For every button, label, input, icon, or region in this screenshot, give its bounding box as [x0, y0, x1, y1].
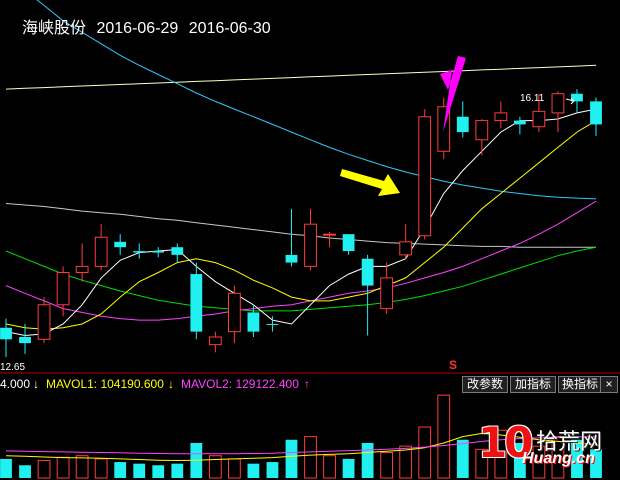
volume-indicator-bar: 4.000 ↓ MAVOL1: 104190.600 ↓ MAVOL2: 129…	[0, 375, 620, 393]
watermark-logo: 10 拾荒网 Huang.cn	[478, 418, 618, 478]
candle-body	[75, 265, 89, 274]
candle-body	[266, 323, 279, 325]
candle-body	[513, 120, 526, 125]
volume-bar	[227, 458, 241, 479]
switch-indicator-button[interactable]: 换指标	[558, 376, 602, 393]
ma10-line	[5, 120, 597, 330]
candle-body	[361, 258, 374, 286]
candle-body	[208, 336, 222, 346]
volume-bar	[94, 458, 108, 479]
candle-body	[342, 234, 355, 252]
volume-bar	[342, 458, 355, 478]
candle-body	[152, 251, 165, 253]
volume-bar	[437, 394, 451, 479]
ma60-line	[5, 203, 596, 248]
volume-bar	[75, 455, 89, 479]
candle-body	[551, 93, 565, 114]
chart-title: 海峡股份 2016-06-29 2016-06-30	[22, 14, 277, 38]
volume-bar	[380, 452, 394, 479]
candle-body	[304, 223, 317, 267]
close-indicator-button[interactable]: ×	[600, 376, 618, 393]
volume-bar	[56, 456, 70, 479]
mavol1-label: MAVOL1: 104190.600	[46, 377, 164, 391]
candle-body	[133, 251, 146, 253]
mavol2-arrow-icon: ↑	[304, 377, 310, 391]
volume-bar	[418, 426, 432, 479]
volume-bar	[171, 463, 184, 478]
yellow-arrow-icon	[340, 169, 400, 196]
kline-chart	[0, 0, 620, 479]
candle-body	[227, 292, 241, 333]
volume-bar	[361, 442, 374, 478]
volume-bar	[285, 439, 298, 478]
candle-body	[285, 254, 298, 263]
candle-body	[456, 116, 469, 133]
volume-bar	[247, 463, 260, 478]
volume-bar	[266, 462, 279, 478]
volume-bar	[19, 465, 31, 478]
candle-body	[399, 241, 413, 256]
sell-signal-marker: S	[449, 358, 458, 372]
volume-bar	[152, 465, 165, 478]
candle-body	[94, 236, 108, 267]
volume-bar	[37, 459, 51, 479]
candle-body	[532, 110, 546, 128]
candle-body	[247, 312, 260, 332]
candle-body	[114, 241, 127, 248]
add-indicator-button[interactable]: 加指标	[510, 376, 556, 393]
date-start: 2016-06-29	[96, 20, 179, 37]
mavol2-label: MAVOL2: 129122.400	[181, 377, 299, 391]
candle-body	[19, 337, 31, 344]
date-end: 2016-06-30	[188, 20, 271, 37]
candle-body	[475, 120, 489, 141]
candle-body	[190, 274, 203, 332]
candle-body	[418, 116, 432, 237]
volume-bar	[133, 463, 146, 478]
volume-bar	[399, 445, 413, 479]
ma250-line	[5, 64, 597, 90]
candle-body	[494, 112, 508, 122]
volume-value: 4.000	[0, 377, 31, 391]
ma30-line	[5, 246, 597, 312]
volume-arrow-icon: ↓	[33, 377, 39, 391]
mavol1-arrow-icon: ↓	[168, 377, 174, 391]
ma5-line	[5, 108, 597, 337]
candle-body	[590, 101, 602, 125]
candle-body	[171, 247, 184, 255]
volume-bar	[456, 439, 469, 478]
candle-body	[323, 233, 336, 236]
candle-body	[0, 327, 12, 340]
volume-bar	[323, 455, 336, 479]
edit-params-button[interactable]: 改参数	[462, 376, 508, 393]
candle-body	[37, 304, 51, 340]
stock-name: 海峡股份	[22, 20, 87, 37]
volume-bar	[304, 436, 317, 479]
watermark-en: Huang.cn	[522, 450, 595, 467]
high-price-label: 16.11	[520, 93, 545, 104]
volume-bar	[0, 458, 12, 478]
volume-bar	[114, 462, 127, 478]
candle-body	[380, 277, 394, 310]
ma20-line	[5, 200, 597, 321]
candle-body	[56, 272, 70, 306]
low-price-label: 12.65	[0, 362, 26, 373]
